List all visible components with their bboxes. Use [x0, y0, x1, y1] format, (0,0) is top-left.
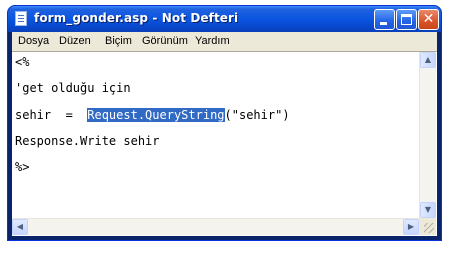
code-line: sehir = Request.QueryString("sehir") — [15, 108, 290, 122]
notepad-icon[interactable] — [15, 11, 27, 26]
maximize-icon — [401, 14, 412, 25]
arrow-left-icon[interactable]: ◀ — [12, 219, 28, 235]
code-line: <% — [15, 55, 30, 69]
code-line: 'get olduğu için — [15, 81, 131, 95]
close-icon: ✕ — [422, 11, 435, 27]
title-bar[interactable]: form_gonder.asp - Not Defteri ✕ — [8, 6, 441, 32]
maximize-button[interactable] — [396, 9, 417, 30]
code-text: sehir = — [15, 108, 88, 122]
vertical-scrollbar[interactable]: ▲ ▼ — [419, 52, 436, 218]
horizontal-scrollbar[interactable]: ◀ ▶ — [12, 218, 419, 235]
arrow-right-icon[interactable]: ▶ — [403, 219, 419, 235]
notepad-window: form_gonder.asp - Not Defteri ✕ Dosya Dü… — [8, 6, 441, 240]
code-line: Response.Write sehir — [15, 134, 160, 148]
text-content[interactable]: <% 'get olduğu için sehir = Request.Quer… — [12, 52, 419, 218]
menu-format[interactable]: Biçim — [105, 35, 132, 47]
minimize-icon — [380, 22, 387, 25]
selected-text: Request.QueryString — [87, 108, 225, 122]
menu-edit[interactable]: Düzen — [59, 35, 91, 47]
close-button[interactable]: ✕ — [418, 9, 439, 30]
arrow-down-icon[interactable]: ▼ — [420, 202, 436, 218]
minimize-button[interactable] — [374, 9, 395, 30]
menu-bar: Dosya Düzen Biçim Görünüm Yardım — [12, 32, 437, 51]
code-text: ("sehir") — [224, 108, 290, 122]
window-title: form_gonder.asp - Not Defteri — [34, 11, 239, 25]
resize-grip-icon[interactable] — [419, 218, 436, 235]
arrow-up-icon[interactable]: ▲ — [420, 52, 436, 68]
editor-area: <% 'get olduğu için sehir = Request.Quer… — [12, 51, 437, 236]
menu-view[interactable]: Görünüm — [142, 35, 188, 47]
menu-file[interactable]: Dosya — [18, 35, 49, 47]
code-line: %> — [15, 160, 30, 174]
menu-help[interactable]: Yardım — [195, 35, 230, 47]
